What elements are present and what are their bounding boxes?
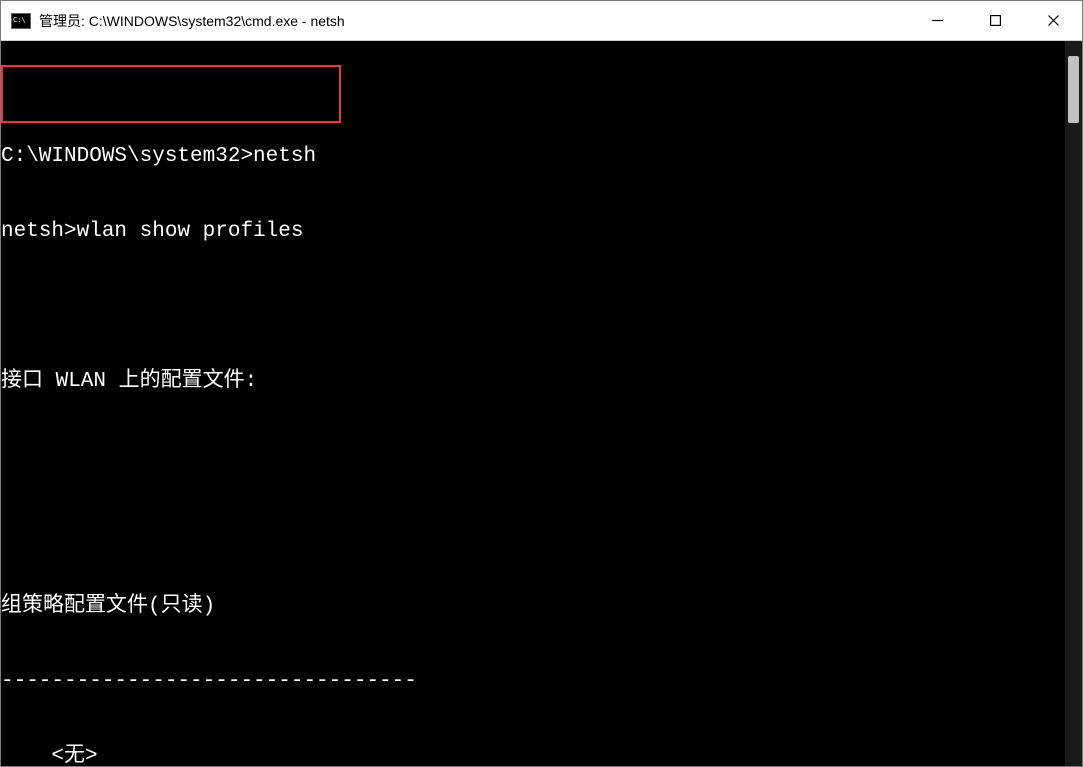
gp-section-none: <无> (1, 744, 1065, 766)
window-title: 管理员: C:\WINDOWS\system32\cmd.exe - netsh (39, 11, 908, 31)
prompt-cmd-2: wlan show profiles (77, 220, 304, 243)
blank-line (1, 519, 1065, 544)
window-titlebar: 管理员: C:\WINDOWS\system32\cmd.exe - netsh (1, 1, 1082, 41)
prompt-path-2: netsh> (1, 220, 77, 243)
gp-section-title: 组策略配置文件(只读) (1, 594, 1065, 619)
blank-line (1, 294, 1065, 319)
terminal-area[interactable]: C:\WINDOWS\system32>netsh netsh>wlan sho… (1, 41, 1082, 766)
blank-line (1, 444, 1065, 469)
minimize-icon (932, 15, 943, 26)
prompt-line-2: netsh>wlan show profiles (1, 219, 1065, 244)
maximize-button[interactable] (966, 1, 1024, 40)
prompt-cmd-1: netsh (253, 145, 316, 168)
window-controls (908, 1, 1082, 40)
command-highlight-box (1, 65, 341, 123)
prompt-line-1: C:\WINDOWS\system32>netsh (1, 144, 1065, 169)
scrollbar-track[interactable] (1065, 41, 1082, 766)
close-icon (1048, 15, 1059, 26)
terminal-content: C:\WINDOWS\system32>netsh netsh>wlan sho… (1, 41, 1065, 766)
close-button[interactable] (1024, 1, 1082, 40)
minimize-button[interactable] (908, 1, 966, 40)
scrollbar-thumb[interactable] (1068, 56, 1079, 123)
prompt-path-1: C:\WINDOWS\system32> (1, 145, 253, 168)
interface-header: 接口 WLAN 上的配置文件: (1, 369, 1065, 394)
maximize-icon (990, 15, 1001, 26)
cmd-icon (11, 13, 31, 29)
gp-section-divider: --------------------------------- (1, 669, 1065, 694)
